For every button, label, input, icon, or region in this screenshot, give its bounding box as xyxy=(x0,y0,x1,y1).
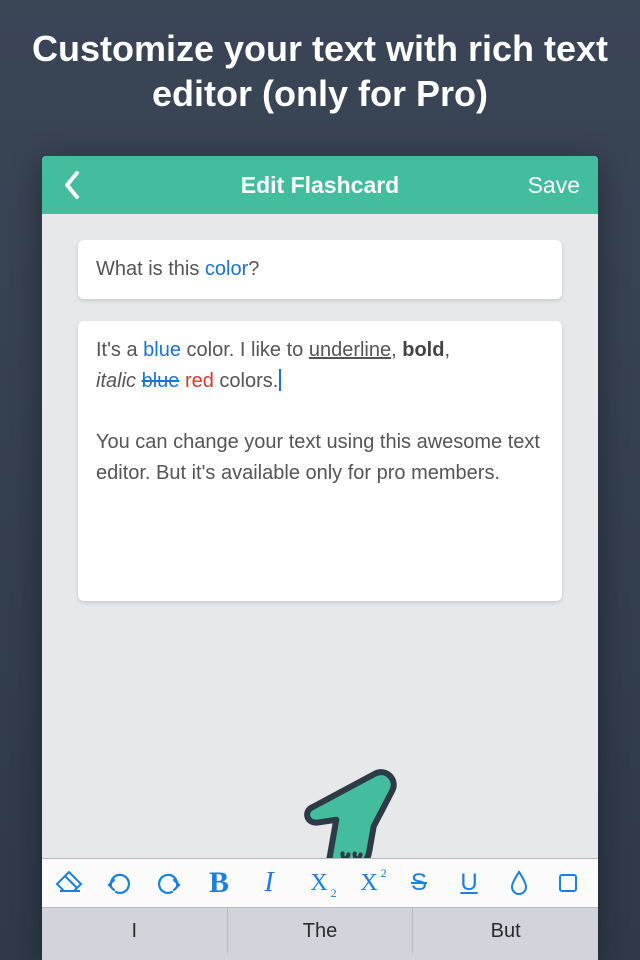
answer-blue: blue xyxy=(143,339,181,361)
page-title: Edit Flashcard xyxy=(241,172,399,199)
answer-italic: italic xyxy=(96,370,136,392)
save-button[interactable]: Save xyxy=(528,156,580,214)
suggestion-3[interactable]: But xyxy=(413,908,598,954)
text-caret xyxy=(279,369,281,391)
answer-seg4: , xyxy=(444,339,450,361)
underline-icon: U xyxy=(460,869,477,897)
subscript-icon: X2 xyxy=(310,870,327,897)
answer-seg3: , xyxy=(391,339,402,361)
promo-headline: Customize your text with rich text edito… xyxy=(0,0,640,140)
bold-button[interactable]: B xyxy=(194,858,244,908)
navbar: Edit Flashcard Save xyxy=(42,156,598,214)
back-button[interactable] xyxy=(52,156,92,214)
eraser-button[interactable] xyxy=(44,858,94,908)
superscript-button[interactable]: X2 xyxy=(344,858,394,908)
superscript-icon: X2 xyxy=(360,870,377,897)
suggestion-2[interactable]: The xyxy=(228,908,414,954)
answer-bold: bold xyxy=(402,339,444,361)
answer-under: underline xyxy=(309,339,391,361)
keyboard: q w e r t y u i o p xyxy=(42,954,598,960)
question-text-a: What is this xyxy=(96,258,205,280)
question-field[interactable]: What is this color? xyxy=(78,240,562,299)
answer-strike: blue xyxy=(142,370,180,392)
answer-tail: colors. xyxy=(214,370,278,392)
undo-icon xyxy=(105,871,133,895)
underline-button[interactable]: U xyxy=(444,858,494,908)
format-toolbar: B I X2 X2 S U xyxy=(42,858,598,908)
answer-seg2: color. I like to xyxy=(181,339,309,361)
answer-para2: You can change your text using this awes… xyxy=(96,427,544,489)
eraser-icon xyxy=(54,871,84,895)
subscript-button[interactable]: X2 xyxy=(294,858,344,908)
strikethrough-button[interactable]: S xyxy=(394,858,444,908)
fill-color-icon xyxy=(557,871,581,895)
answer-seg: It's a xyxy=(96,339,143,361)
italic-icon: I xyxy=(264,867,273,899)
chevron-left-icon xyxy=(63,170,81,200)
undo-button[interactable] xyxy=(94,858,144,908)
strikethrough-icon: S xyxy=(411,869,427,897)
fill-color-button[interactable] xyxy=(544,858,594,908)
phone-screen: Edit Flashcard Save What is this color? … xyxy=(42,156,598,960)
editor-area: What is this color? It's a blue color. I… xyxy=(42,214,598,601)
redo-icon xyxy=(155,871,183,895)
suggestion-1[interactable]: I xyxy=(42,908,228,954)
keyboard-suggestions: I The But xyxy=(42,908,598,954)
answer-red: red xyxy=(185,370,214,392)
text-color-button[interactable] xyxy=(494,858,544,908)
question-highlight: color xyxy=(205,258,248,280)
bold-icon: B xyxy=(209,866,229,900)
text-color-icon xyxy=(508,870,530,896)
italic-button[interactable]: I xyxy=(244,858,294,908)
redo-button[interactable] xyxy=(144,858,194,908)
question-text-b: ? xyxy=(248,258,259,280)
answer-field[interactable]: It's a blue color. I like to underline, … xyxy=(78,321,562,601)
